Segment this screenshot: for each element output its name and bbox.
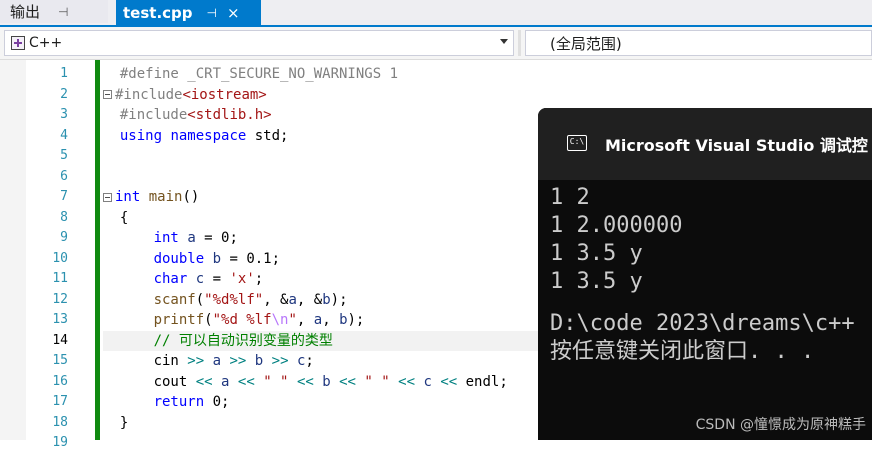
- document-tab-strip: 输出 ⊣ test.cpp ⊣ ×: [0, 0, 872, 27]
- console-output[interactable]: 1 2 1 2.000000 1 3.5 y 1 3.5 y D:\code 2…: [550, 184, 872, 366]
- line-number: 15: [52, 353, 68, 368]
- line-number: 16: [52, 373, 68, 389]
- line-number: 7: [60, 189, 68, 204]
- line-number: 18: [52, 414, 68, 430]
- code-line-text: int a = 0;: [153, 230, 238, 246]
- line-number: 9: [60, 230, 68, 245]
- line-number: 8: [60, 209, 68, 225]
- console-line: D:\code 2023\dreams\c++: [550, 311, 855, 336]
- code-line-text: // 可以自动识别变量的类型: [153, 332, 333, 349]
- code-line[interactable]: #define _CRT_SECURE_NO_WARNINGS 1: [103, 64, 872, 85]
- console-line: 1 3.5 y: [550, 241, 643, 266]
- code-line-text: #define _CRT_SECURE_NO_WARNINGS 1: [119, 66, 399, 82]
- code-line-text: cin >> a >> b >> c;: [153, 353, 314, 369]
- chevron-down-icon[interactable]: [500, 39, 508, 44]
- tab-test-cpp-label: test.cpp: [123, 3, 193, 22]
- code-line-text: char c = 'x';: [153, 271, 264, 287]
- close-icon[interactable]: ×: [227, 4, 240, 22]
- line-number: 6: [60, 168, 68, 184]
- line-number: 5: [60, 148, 68, 163]
- tab-test-cpp[interactable]: test.cpp ⊣ ×: [116, 0, 261, 25]
- code-line-text: scanf("%d%lf", &a, &b);: [153, 291, 348, 308]
- line-number: 3: [60, 107, 68, 122]
- pin-icon[interactable]: ⊣: [207, 6, 217, 20]
- collapse-icon[interactable]: [103, 192, 112, 202]
- code-line[interactable]: #include<iostream>: [103, 85, 872, 106]
- line-number: 13: [52, 312, 68, 327]
- code-line-text: using namespace std;: [119, 127, 289, 144]
- collapse-icon[interactable]: [103, 90, 112, 99]
- pin-icon[interactable]: ⊣: [58, 5, 68, 19]
- line-numbers: 1 2 3 4 5 6 7 8 9 10 11 12 13 14 15 16 1…: [26, 64, 68, 454]
- tab-output-label: 输出: [10, 3, 41, 21]
- line-number: 1: [60, 66, 68, 81]
- line-number: 4: [60, 127, 68, 143]
- cpp-project-icon: [11, 36, 25, 50]
- glyph-margin: [0, 60, 26, 440]
- tab-output[interactable]: 输出 ⊣: [0, 0, 108, 23]
- console-title: Microsoft Visual Studio 调试控: [605, 136, 868, 155]
- code-line-text: #include<iostream>: [115, 86, 267, 103]
- code-line-text: int main(): [115, 189, 200, 205]
- line-number: 17: [52, 394, 68, 409]
- member-scope-value: (全局范围): [550, 34, 622, 53]
- console-line: 1 3.5 y: [550, 269, 643, 294]
- line-number: 12: [52, 291, 68, 307]
- code-line-text: return 0;: [153, 394, 230, 410]
- change-tracking-bar: [95, 60, 100, 440]
- console-line: 按任意键关闭此窗口. . .: [550, 339, 815, 364]
- csdn-watermark: CSDN @憧憬成为原神糕手: [695, 417, 866, 433]
- console-line: 1 2: [550, 185, 590, 210]
- code-line-text: {: [119, 209, 129, 226]
- debug-console-window[interactable]: C:\ Microsoft Visual Studio 调试控 1 2 1 2.…: [538, 108, 872, 440]
- code-line-text: cout << a << " " << b << " " << c << end…: [153, 373, 508, 390]
- console-icon: C:\: [567, 135, 587, 151]
- code-line-text: }: [119, 414, 129, 431]
- line-number: 2: [60, 86, 68, 102]
- line-number-current: 14: [52, 332, 68, 348]
- line-number: 11: [52, 271, 68, 286]
- code-line-text: double b = 0.1;: [153, 250, 281, 267]
- code-line-text: #include<stdlib.h>: [119, 107, 272, 123]
- navigation-bar: C++ (全局范围): [0, 27, 872, 60]
- line-number: 19: [52, 435, 68, 450]
- project-scope-value: C++: [29, 35, 63, 51]
- member-scope-dropdown[interactable]: (全局范围): [525, 30, 872, 56]
- console-title-bar[interactable]: C:\ Microsoft Visual Studio 调试控: [538, 108, 872, 180]
- line-number: 10: [52, 250, 68, 266]
- project-scope-dropdown[interactable]: C++: [4, 30, 514, 56]
- console-line: 1 2.000000: [550, 213, 683, 238]
- navbar-splitter[interactable]: [518, 30, 521, 56]
- code-line-text: printf("%d %lf\n", a, b);: [153, 312, 365, 328]
